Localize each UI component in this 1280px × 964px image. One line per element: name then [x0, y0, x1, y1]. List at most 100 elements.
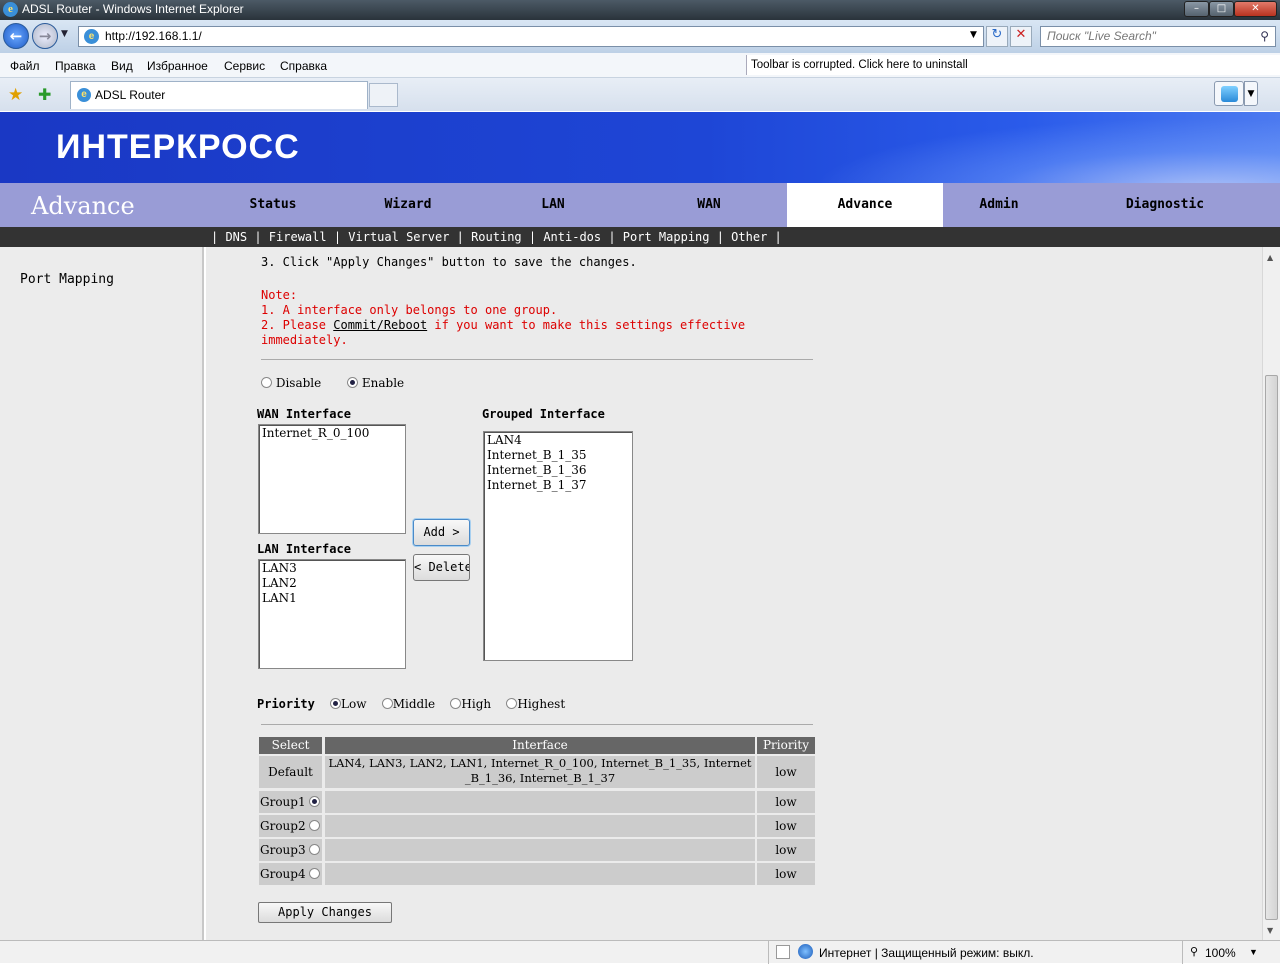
- search-placeholder: Поиск "Live Search": [1047, 29, 1156, 43]
- default-interfaces: LAN4, LAN3, LAN2, LAN1, Internet_R_0_100…: [325, 756, 755, 788]
- group-table: Select Interface Priority Default LAN4, …: [259, 737, 815, 887]
- nav-advance[interactable]: Advance: [787, 183, 943, 227]
- sidebar-item-port-mapping[interactable]: Port Mapping: [20, 272, 114, 287]
- group3-radio[interactable]: [309, 844, 321, 855]
- home-button[interactable]: [1214, 81, 1244, 106]
- list-item[interactable]: Internet_R_0_100: [262, 426, 402, 441]
- menu-view[interactable]: Вид: [111, 59, 133, 73]
- nav-status[interactable]: Status: [217, 183, 329, 227]
- tab-adsl-router[interactable]: e ADSL Router: [70, 81, 368, 109]
- lan-interface-label: LAN Interface: [257, 542, 351, 556]
- disable-radio[interactable]: [261, 377, 272, 388]
- menu-bar: Файл Правка Вид Избранное Сервис Справка…: [0, 53, 1280, 78]
- priority-middle-radio[interactable]: [381, 698, 393, 709]
- group-name: Group2: [260, 819, 306, 833]
- menu-favorites[interactable]: Избранное: [147, 59, 208, 73]
- grouped-interface-list[interactable]: LAN4 Internet_B_1_35 Internet_B_1_36 Int…: [483, 431, 633, 661]
- internet-zone-icon: [798, 944, 813, 959]
- stop-icon[interactable]: ✕: [1010, 26, 1032, 47]
- note-2: 2. Please Commit/Reboot if you want to m…: [261, 318, 745, 332]
- list-item[interactable]: LAN2: [262, 576, 402, 591]
- priority-low-radio[interactable]: [330, 698, 342, 709]
- back-icon[interactable]: ←: [3, 23, 29, 49]
- nav-wizard[interactable]: Wizard: [352, 183, 464, 227]
- scroll-up-icon[interactable]: ▲: [1267, 253, 1273, 262]
- priority-middle-label: Middle: [392, 697, 436, 711]
- table-row: Group4: [259, 863, 322, 885]
- wan-interface-list[interactable]: Internet_R_0_100: [258, 424, 406, 534]
- list-item[interactable]: LAN4: [487, 433, 629, 448]
- priority-highest-radio[interactable]: [506, 698, 518, 709]
- toolbar-corrupted-message[interactable]: Toolbar is corrupted. Click here to unin…: [746, 55, 1280, 75]
- tab-page-icon: e: [77, 88, 91, 102]
- window-title: ADSL Router - Windows Internet Explorer: [22, 2, 244, 16]
- nav-admin[interactable]: Admin: [943, 183, 1055, 227]
- enable-radio[interactable]: [347, 377, 359, 388]
- forward-icon[interactable]: →: [32, 23, 58, 49]
- note-1: 1. A interface only belongs to one group…: [261, 303, 558, 317]
- search-input[interactable]: Поиск "Live Search" ⚲: [1040, 26, 1276, 47]
- scroll-down-icon[interactable]: ▼: [1267, 926, 1273, 935]
- search-icon[interactable]: ⚲: [1260, 27, 1269, 46]
- group-priority: low: [757, 839, 815, 861]
- note-2-suffix: if you want to make this settings effect…: [427, 318, 746, 332]
- add-button[interactable]: Add >: [413, 519, 470, 546]
- header-select: Select: [259, 737, 322, 754]
- zoom-level[interactable]: 100%: [1205, 946, 1236, 960]
- maximize-button[interactable]: □: [1209, 1, 1234, 17]
- list-item[interactable]: Internet_B_1_36: [487, 463, 629, 478]
- divider: [261, 359, 813, 360]
- default-priority: low: [757, 756, 815, 788]
- favorites-star-icon[interactable]: ★: [8, 85, 23, 105]
- menu-file[interactable]: Файл: [10, 59, 40, 73]
- zoom-icon[interactable]: ⚲: [1190, 945, 1198, 958]
- group1-interfaces: [325, 791, 755, 813]
- group2-interfaces: [325, 815, 755, 837]
- lan-interface-list[interactable]: LAN3 LAN2 LAN1: [258, 559, 406, 669]
- table-row: Group3: [259, 839, 322, 861]
- close-button[interactable]: ✕: [1234, 1, 1277, 17]
- nav-diagnostic[interactable]: Diagnostic: [1100, 183, 1230, 227]
- address-toolbar: ← → ▼ e http://192.168.1.1/ ▼ ↻ ✕ Поиск …: [0, 20, 1280, 53]
- note-2-prefix: 2. Please: [261, 318, 334, 332]
- group2-radio[interactable]: [309, 820, 321, 831]
- minimize-button[interactable]: –: [1184, 1, 1209, 17]
- scroll-thumb[interactable]: [1265, 375, 1278, 920]
- home-icon: [1221, 86, 1238, 102]
- main-content: 3. Click "Apply Changes" button to save …: [206, 247, 1262, 940]
- menu-edit[interactable]: Правка: [55, 59, 96, 73]
- history-dropdown-icon[interactable]: ▼: [61, 29, 68, 39]
- menu-tools[interactable]: Сервис: [224, 59, 265, 73]
- refresh-icon[interactable]: ↻: [986, 26, 1008, 47]
- add-favorite-icon[interactable]: ✚: [38, 85, 51, 104]
- nav-wan[interactable]: WAN: [653, 183, 765, 227]
- list-item[interactable]: Internet_B_1_37: [487, 478, 629, 493]
- group3-interfaces: [325, 839, 755, 861]
- brand-logo: ИНТЕРКРОСС: [56, 128, 300, 166]
- group4-interfaces: [325, 863, 755, 885]
- list-item[interactable]: Internet_B_1_35: [487, 448, 629, 463]
- list-item[interactable]: LAN1: [262, 591, 402, 606]
- apply-changes-button[interactable]: Apply Changes: [258, 902, 392, 923]
- group1-radio[interactable]: [309, 796, 321, 807]
- group4-radio[interactable]: [309, 868, 321, 879]
- group-priority: low: [757, 791, 815, 813]
- default-interfaces-line1: LAN4, LAN3, LAN2, LAN1, Internet_R_0_100…: [328, 756, 752, 770]
- zoom-dropdown-icon[interactable]: ▼: [1249, 947, 1258, 957]
- menu-help[interactable]: Справка: [280, 59, 327, 73]
- priority-row: Priority Low Middle High Highest: [257, 697, 565, 711]
- nav-lan[interactable]: LAN: [497, 183, 609, 227]
- address-field[interactable]: e http://192.168.1.1/: [78, 26, 984, 47]
- new-tab-button[interactable]: [369, 83, 398, 107]
- tab-bar: ★ ✚ e ADSL Router ▼: [0, 78, 1280, 111]
- section-title: Advance: [31, 192, 135, 220]
- subnav-links[interactable]: | DNS | Firewall | Virtual Server | Rout…: [211, 227, 782, 247]
- home-dropdown-icon[interactable]: ▼: [1244, 81, 1258, 106]
- default-label: Default: [259, 756, 322, 788]
- address-dropdown-icon[interactable]: ▼: [970, 30, 977, 40]
- list-item[interactable]: LAN3: [262, 561, 402, 576]
- vertical-scrollbar[interactable]: ▲ ▼: [1262, 247, 1280, 940]
- commit-reboot-link[interactable]: Commit/Reboot: [333, 318, 427, 332]
- delete-button[interactable]: < Delete: [413, 554, 470, 581]
- priority-high-radio[interactable]: [450, 698, 462, 709]
